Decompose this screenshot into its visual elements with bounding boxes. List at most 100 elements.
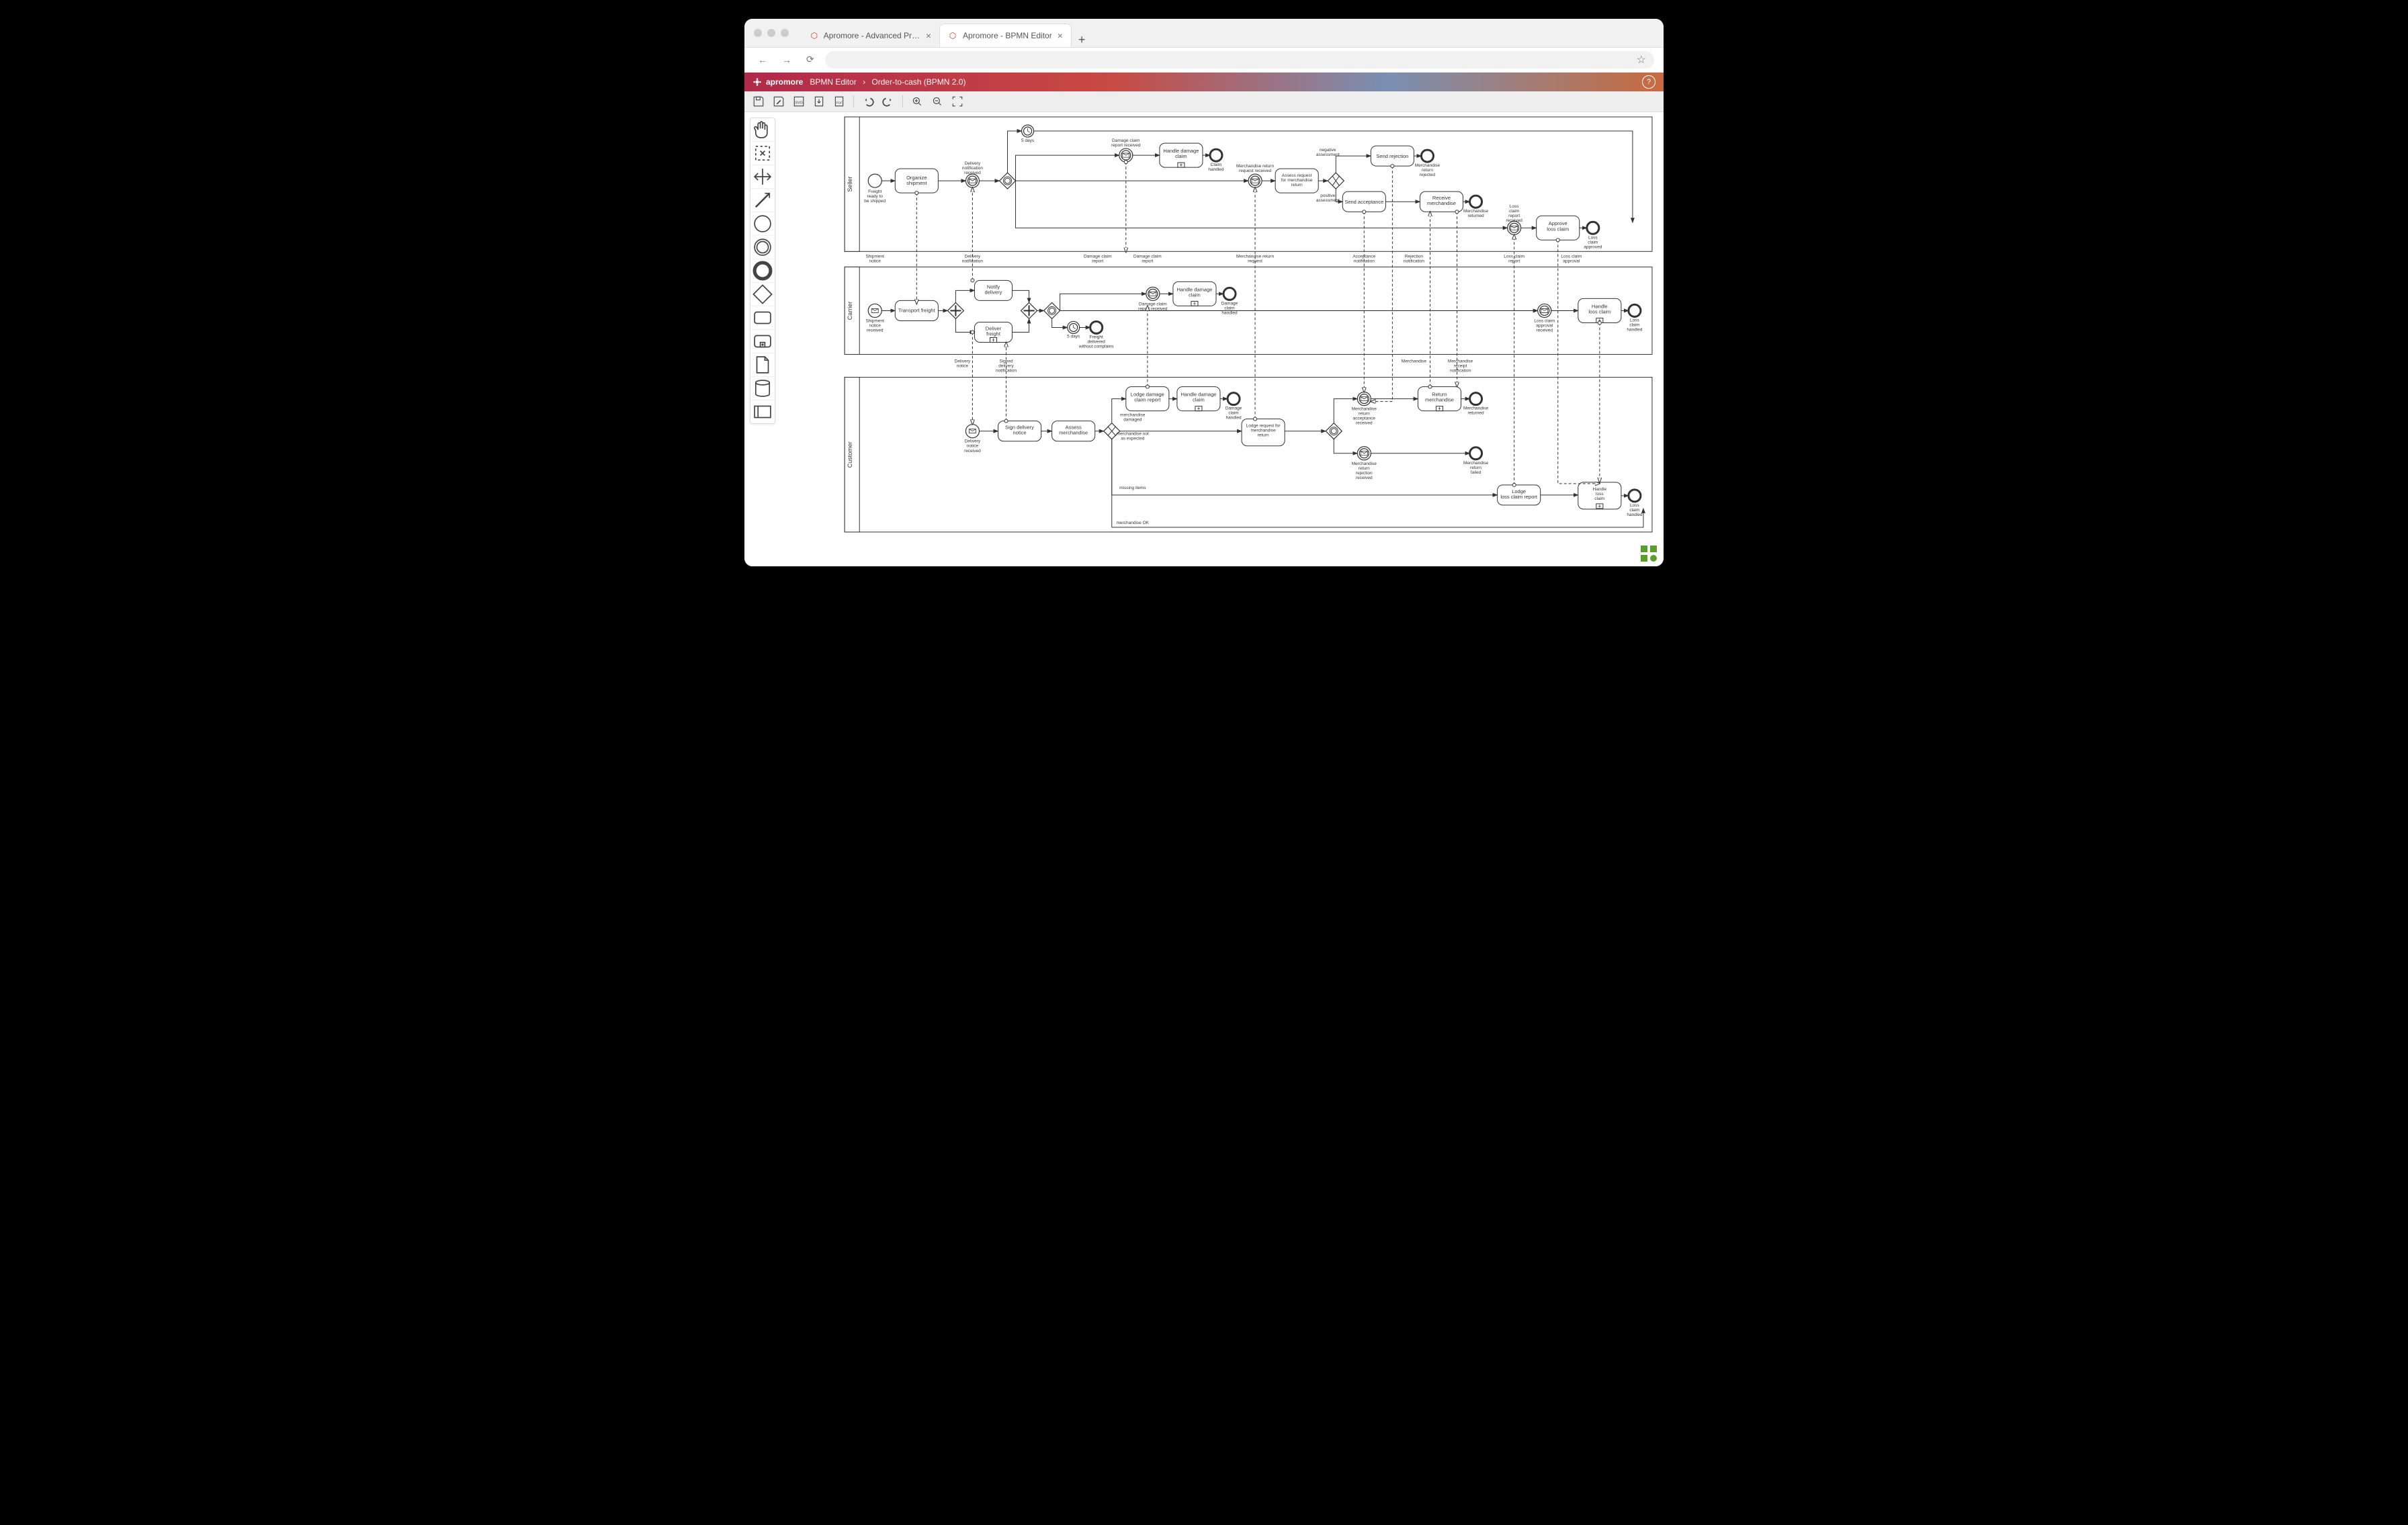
brand-text: apromore <box>766 77 803 87</box>
participant-icon[interactable] <box>750 400 775 423</box>
end-event[interactable] <box>1629 489 1641 501</box>
svg-text:Lodge damageclaim report: Lodge damageclaim report <box>1131 391 1164 402</box>
svg-text:Rejectionnotification: Rejectionnotification <box>1404 254 1424 263</box>
svg-text:Damage claimreport: Damage claimreport <box>1084 254 1112 263</box>
svg-text:merchandise notas expected: merchandise notas expected <box>1117 431 1149 441</box>
flow-label: merchandise OK <box>1117 520 1150 525</box>
end-event[interactable] <box>1223 288 1236 300</box>
gateway-icon[interactable] <box>750 283 775 306</box>
help-icon[interactable]: ? <box>1642 75 1656 89</box>
start-event[interactable] <box>868 174 882 187</box>
event-return-request-received[interactable] <box>1248 174 1262 187</box>
fit-screen-icon[interactable] <box>951 95 963 107</box>
svg-export-icon[interactable]: SVG <box>793 95 805 107</box>
pool-customer[interactable]: Customer <box>845 377 1652 531</box>
lasso-tool-icon[interactable] <box>750 142 775 165</box>
svg-text:PDF: PDF <box>836 101 843 104</box>
end-event[interactable] <box>1470 195 1482 208</box>
forward-button[interactable]: → <box>778 54 796 66</box>
export-icon[interactable] <box>813 95 825 107</box>
intermediate-event-icon[interactable] <box>750 236 775 259</box>
breadcrumb-item[interactable]: Order-to-cash (BPMN 2.0) <box>871 77 965 87</box>
bpmn-canvas[interactable]: Seller Carrier Customer Freightready tob… <box>783 114 1660 564</box>
zoom-out-icon[interactable] <box>931 95 943 107</box>
element-palette <box>750 118 775 424</box>
data-object-icon[interactable] <box>750 353 775 377</box>
browser-tab[interactable]: ⬡ Apromore - BPMN Editor × <box>939 24 1072 47</box>
hand-tool-icon[interactable] <box>750 118 775 142</box>
end-event[interactable] <box>1587 222 1599 234</box>
star-icon[interactable]: ☆ <box>1637 53 1646 67</box>
event-acceptance-received[interactable] <box>1357 392 1371 405</box>
svg-text:Signeddeliverynotification: Signeddeliverynotification <box>996 359 1017 373</box>
svg-text:Merchandise returnrequest rece: Merchandise returnrequest received <box>1236 164 1274 173</box>
close-icon[interactable]: × <box>1058 30 1063 41</box>
edit-icon[interactable] <box>773 95 785 107</box>
close-icon[interactable]: × <box>926 30 931 41</box>
start-event-carrier[interactable] <box>868 304 882 317</box>
svg-text:Merchandisereceiptnotification: Merchandisereceiptnotification <box>1448 359 1473 373</box>
favicon-icon: ⬡ <box>810 31 818 40</box>
svg-text:Acceptancenotification: Acceptancenotification <box>1352 254 1375 263</box>
event-loss-claim-approval[interactable] <box>1538 304 1551 317</box>
flow-label: Merchandise <box>1402 359 1427 363</box>
end-event[interactable] <box>1228 392 1240 404</box>
connect-tool-icon[interactable] <box>750 189 775 212</box>
svg-text:Deliverfreight: Deliverfreight <box>986 325 1002 337</box>
svg-text:Damage claimreport: Damage claimreport <box>1133 254 1162 263</box>
reload-button[interactable]: ⟳ <box>802 53 818 66</box>
editor-toolbar: SVG PDF <box>744 91 1664 112</box>
svg-text:Loss claimapprovalreceived: Loss claimapprovalreceived <box>1534 318 1555 333</box>
url-field[interactable]: ☆ <box>825 51 1654 69</box>
end-event[interactable] <box>1421 150 1433 162</box>
data-store-icon[interactable] <box>750 377 775 400</box>
save-icon[interactable] <box>752 95 765 107</box>
tab-title: Apromore - BPMN Editor <box>963 31 1052 40</box>
end-event[interactable] <box>1090 321 1103 333</box>
workspace: Seller Carrier Customer Freightready tob… <box>744 112 1664 566</box>
redo-icon[interactable] <box>882 95 894 107</box>
brand-logo-icon <box>752 77 762 87</box>
browser-tab-strip: ⬡ Apromore - Advanced Process A × ⬡ Apro… <box>744 19 1664 48</box>
breadcrumb-item[interactable]: BPMN Editor <box>810 77 856 87</box>
timer-event[interactable] <box>1022 125 1034 137</box>
browser-tab[interactable]: ⬡ Apromore - Advanced Process A × <box>802 24 939 47</box>
svg-text:Loss claimapproval: Loss claimapproval <box>1561 254 1582 263</box>
end-event[interactable] <box>1470 447 1482 459</box>
task-label: Send acceptance <box>1344 199 1383 205</box>
end-event[interactable] <box>1210 149 1222 161</box>
event-damage-claim-received[interactable] <box>1119 148 1133 162</box>
new-tab-button[interactable]: + <box>1072 33 1092 47</box>
undo-icon[interactable] <box>862 95 874 107</box>
start-event-icon[interactable] <box>750 212 775 236</box>
brand[interactable]: apromore <box>752 77 803 87</box>
window-controls[interactable] <box>744 29 798 37</box>
zoom-in-icon[interactable] <box>911 95 923 107</box>
address-bar: ← → ⟳ ☆ <box>744 48 1664 73</box>
subprocess-icon[interactable] <box>750 330 775 353</box>
breadcrumb: BPMN Editor › Order-to-cash (BPMN 2.0) <box>810 77 965 87</box>
lane-label: Customer <box>847 441 853 468</box>
bpmn-io-badge[interactable] <box>1639 544 1658 563</box>
task-icon[interactable] <box>750 306 775 330</box>
event-delivery-notification-received[interactable] <box>965 174 979 187</box>
end-event-icon[interactable] <box>750 259 775 283</box>
timer-event-carrier[interactable] <box>1068 321 1080 333</box>
task-label: Transport freight <box>898 307 936 313</box>
start-event-customer[interactable] <box>965 424 979 437</box>
pool-seller[interactable]: Seller <box>845 117 1652 251</box>
browser-window: ⬡ Apromore - Advanced Process A × ⬡ Apro… <box>744 19 1664 566</box>
tab-title: Apromore - Advanced Process A <box>824 31 920 40</box>
event-label: 5 days <box>1021 138 1035 143</box>
end-event[interactable] <box>1470 392 1482 404</box>
pdf-export-icon[interactable]: PDF <box>833 95 845 107</box>
favicon-icon: ⬡ <box>948 31 957 40</box>
svg-text:Loss claimreport: Loss claimreport <box>1504 254 1524 263</box>
event-damage-claim-carrier[interactable] <box>1146 287 1160 300</box>
event-rejection-received[interactable] <box>1357 446 1371 460</box>
space-tool-icon[interactable] <box>750 165 775 189</box>
svg-text:Deliverynotificationreceived: Deliverynotificationreceived <box>962 161 983 175</box>
svg-text:Deliverynotification: Deliverynotification <box>962 254 983 263</box>
back-button[interactable]: ← <box>754 54 771 66</box>
end-event[interactable] <box>1629 304 1641 316</box>
